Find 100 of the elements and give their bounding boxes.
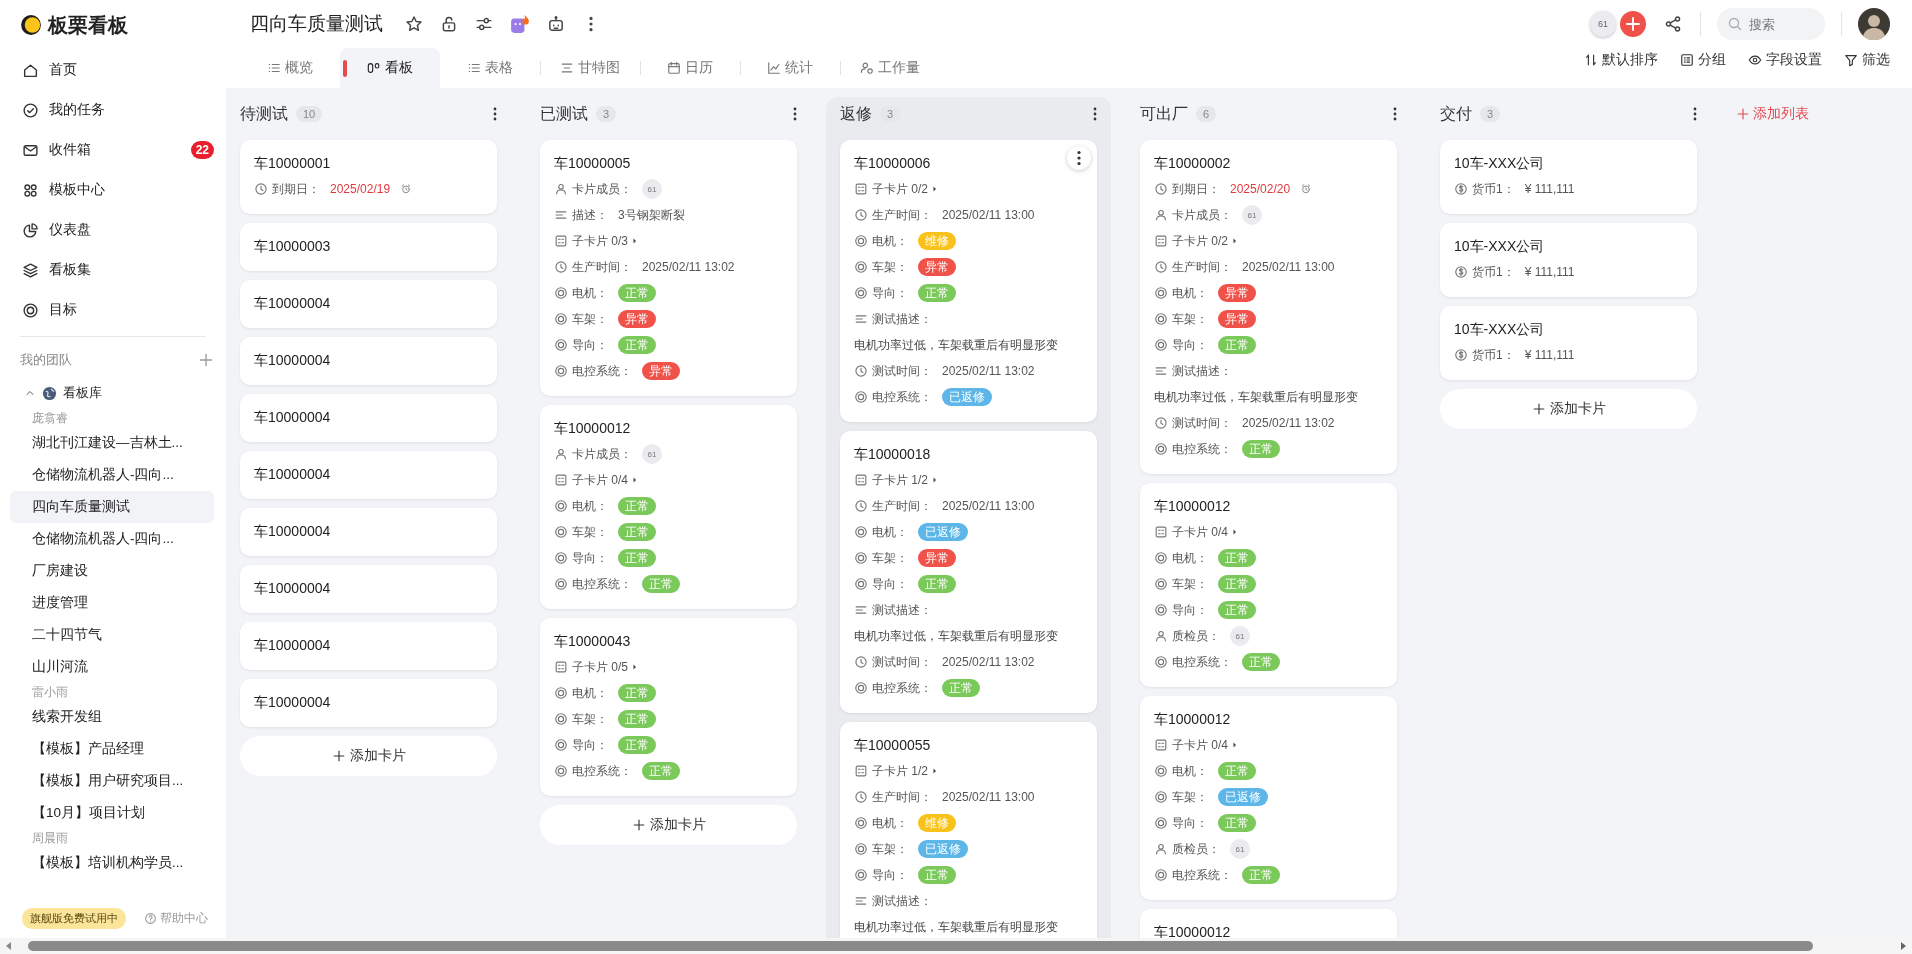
card[interactable]: 车10000012 — [1140, 909, 1397, 938]
board-item[interactable]: 【模板】用户研究项目... — [10, 765, 214, 797]
card[interactable]: 车10000004 — [240, 337, 497, 385]
calendar-icon — [667, 61, 681, 75]
nav-item[interactable]: 模板中心 — [10, 170, 214, 210]
card[interactable]: 车10000004 — [240, 394, 497, 442]
card[interactable]: 车10000003 — [240, 223, 497, 271]
caret-icon[interactable] — [1231, 741, 1239, 749]
subtask-count[interactable]: 子卡片 1/2 — [872, 471, 928, 489]
board-item[interactable]: 山川河流 — [10, 651, 214, 683]
scroll-left-icon[interactable] — [4, 941, 14, 951]
search-field[interactable]: 搜索 — [1717, 8, 1825, 40]
nav-item[interactable]: 看板集 — [10, 250, 214, 290]
subtask-count[interactable]: 子卡片 0/2 — [1172, 232, 1228, 250]
caret-icon[interactable] — [931, 476, 939, 484]
card[interactable]: 车10000004 — [240, 565, 497, 613]
card[interactable]: 车10000004 — [240, 622, 497, 670]
caret-icon[interactable] — [1231, 237, 1239, 245]
card[interactable]: 10车-XXX公司 货币1： ¥ 111,111 — [1440, 140, 1697, 214]
card[interactable]: 车10000005 卡片成员： 61 描述： 3号钢架断裂 子卡片 0/3 生产时间： 2025/02/11 13:02 电机： 正常 车架： 异常 导向： 正常 电控系统： 异常 — [540, 140, 797, 396]
card[interactable]: 车10000004 — [240, 679, 497, 727]
card[interactable]: 车10000055 子卡片 1/2 生产时间： 2025/02/11 13:00 电机： 维修 车架： 已返修 导向： 正常 测试描述： 电机功率过低，车架载重后有明显形变 — [840, 722, 1097, 938]
view-tab[interactable]: 概览 — [240, 48, 340, 88]
toolbar-button[interactable]: 默认排序 — [1584, 51, 1658, 69]
add-icon[interactable] — [1620, 11, 1646, 37]
view-tab[interactable]: 表格 — [440, 48, 540, 88]
board-item[interactable]: 【模板】产品经理 — [10, 733, 214, 765]
subtask-count[interactable]: 子卡片 0/2 — [872, 180, 928, 198]
subtask-count[interactable]: 子卡片 0/4 — [1172, 523, 1228, 541]
nav-item[interactable]: 仪表盘 — [10, 210, 214, 250]
caret-icon[interactable] — [631, 663, 639, 671]
board-item[interactable]: 【模板】培训机构学员... — [10, 847, 214, 879]
nav-item[interactable]: 我的任务 — [10, 90, 214, 130]
card[interactable]: 车10000004 — [240, 508, 497, 556]
card[interactable]: 车10000004 — [240, 451, 497, 499]
member-avatar[interactable]: 61 — [1590, 11, 1616, 37]
member-avatar[interactable]: 61 — [642, 444, 662, 464]
star-icon[interactable] — [405, 15, 423, 33]
lock-icon[interactable] — [440, 15, 458, 33]
scroll-right-icon[interactable] — [1898, 941, 1908, 951]
alarm-icon[interactable] — [400, 183, 413, 195]
board-item[interactable]: 【10月】项目计划 — [10, 797, 214, 829]
view-tab[interactable]: 甘特图 — [540, 48, 640, 88]
alarm-icon[interactable] — [1300, 183, 1313, 195]
add-card-button[interactable]: 添加卡片 — [1440, 389, 1697, 429]
column-title: 待测试 — [240, 103, 288, 124]
nav-item[interactable]: 目标 — [10, 290, 214, 330]
robot-icon[interactable] — [547, 15, 565, 33]
card[interactable]: 车10000043 子卡片 0/5 电机： 正常 车架： 正常 导向： 正常 电控系统： 正常 — [540, 618, 797, 796]
toolbar-button[interactable]: 分组 — [1680, 51, 1726, 69]
board-item[interactable]: 进度管理 — [10, 587, 214, 619]
subtask-count[interactable]: 子卡片 0/4 — [1172, 736, 1228, 754]
subtask-count[interactable]: 子卡片 0/3 — [572, 232, 628, 250]
app-flame-icon[interactable] — [510, 14, 530, 34]
card[interactable]: 车10000012 卡片成员： 61 子卡片 0/4 电机： 正常 车架： 正常 导向： 正常 电控系统： 正常 — [540, 405, 797, 609]
trial-badge[interactable]: 旗舰版免费试用中 — [22, 907, 126, 929]
share-icon[interactable] — [1664, 15, 1682, 33]
scrollbar-thumb[interactable] — [28, 941, 1813, 951]
view-tab[interactable]: 看板 — [340, 48, 440, 88]
add-list-button[interactable]: 添加列表 — [1726, 97, 1809, 131]
member-avatar[interactable]: 61 — [1242, 205, 1262, 225]
card[interactable]: 车10000001 到期日： 2025/02/19 — [240, 140, 497, 214]
board-item[interactable]: 二十四节气 — [10, 619, 214, 651]
subtask-count[interactable]: 子卡片 0/5 — [572, 658, 628, 676]
subtask-count[interactable]: 子卡片 0/4 — [572, 471, 628, 489]
caret-icon[interactable] — [1231, 528, 1239, 536]
card[interactable]: 车10000018 子卡片 1/2 生产时间： 2025/02/11 13:00 电机： 已返修 车架： 异常 导向： 正常 测试描述： 电机功率过低，车架载重后有明显形变 测试时间： 2025/02/11 13:02 电控系统： 正常 — [840, 431, 1097, 713]
card[interactable]: 车10000004 — [240, 280, 497, 328]
card[interactable]: 车10000012 子卡片 0/4 电机： 正常 车架： 已返修 导向： 正常 质检员： 61 电控系统： 正常 — [1140, 696, 1397, 900]
card[interactable]: 车10000002 到期日： 2025/02/20 卡片成员： 61 子卡片 0/2 生产时间： 2025/02/11 13:00 电机： 异常 车架： 异常 导向： 正常 测试描述： 电机功率过低，车架载重后有明显形变 测试时间： 2025/02/11 13:02 电控系统： 正常 — [1140, 140, 1397, 474]
sliders-icon[interactable] — [475, 15, 493, 33]
member-avatar[interactable]: 61 — [1230, 626, 1250, 646]
user-avatar[interactable] — [1858, 8, 1890, 40]
board-item[interactable]: 仓储物流机器人-四向... — [10, 459, 214, 491]
board-item[interactable]: 厂房建设 — [10, 555, 214, 587]
nav-item[interactable]: 首页 — [10, 50, 214, 90]
board-item[interactable]: 仓储物流机器人-四向... — [10, 523, 214, 555]
card[interactable]: 10车-XXX公司 货币1： ¥ 111,111 — [1440, 223, 1697, 297]
caret-icon[interactable] — [631, 476, 639, 484]
member-avatar[interactable]: 61 — [1230, 839, 1250, 859]
toolbar-button[interactable]: 筛选 — [1844, 51, 1890, 69]
caret-icon[interactable] — [931, 185, 939, 193]
board-item[interactable]: 四向车质量测试 — [10, 491, 214, 523]
caret-icon[interactable] — [931, 767, 939, 775]
nav-item[interactable]: 收件箱 22 — [10, 130, 214, 170]
view-tab[interactable]: 日历 — [640, 48, 740, 88]
board-item[interactable]: 线索开发组 — [10, 701, 214, 733]
card[interactable]: 车10000012 子卡片 0/4 电机： 正常 车架： 正常 导向： 正常 质检员： 61 电控系统： 正常 — [1140, 483, 1397, 687]
card[interactable]: 10车-XXX公司 货币1： ¥ 111,111 — [1440, 306, 1697, 380]
caret-icon[interactable] — [631, 237, 639, 245]
view-tab[interactable]: 工作量 — [840, 48, 940, 88]
member-avatar[interactable]: 61 — [642, 179, 662, 199]
board-item[interactable]: 湖北刊江建设—吉林土... — [10, 427, 214, 459]
subtask-count[interactable]: 子卡片 1/2 — [872, 762, 928, 780]
toolbar-button[interactable]: 字段设置 — [1748, 51, 1822, 69]
view-tab[interactable]: 统计 — [740, 48, 840, 88]
add-card-button[interactable]: 添加卡片 — [540, 805, 797, 845]
folder-item[interactable]: 看板库 — [10, 377, 214, 409]
card[interactable]: 车10000006 子卡片 0/2 生产时间： 2025/02/11 13:00 电机： 维修 车架： 异常 导向： 正常 测试描述： 电机功率过低，车架载重后有明显形变 测试时间： 2025/02/11 13:02 电控系统： 已返修 — [840, 140, 1097, 422]
add-card-button[interactable]: 添加卡片 — [240, 736, 497, 776]
